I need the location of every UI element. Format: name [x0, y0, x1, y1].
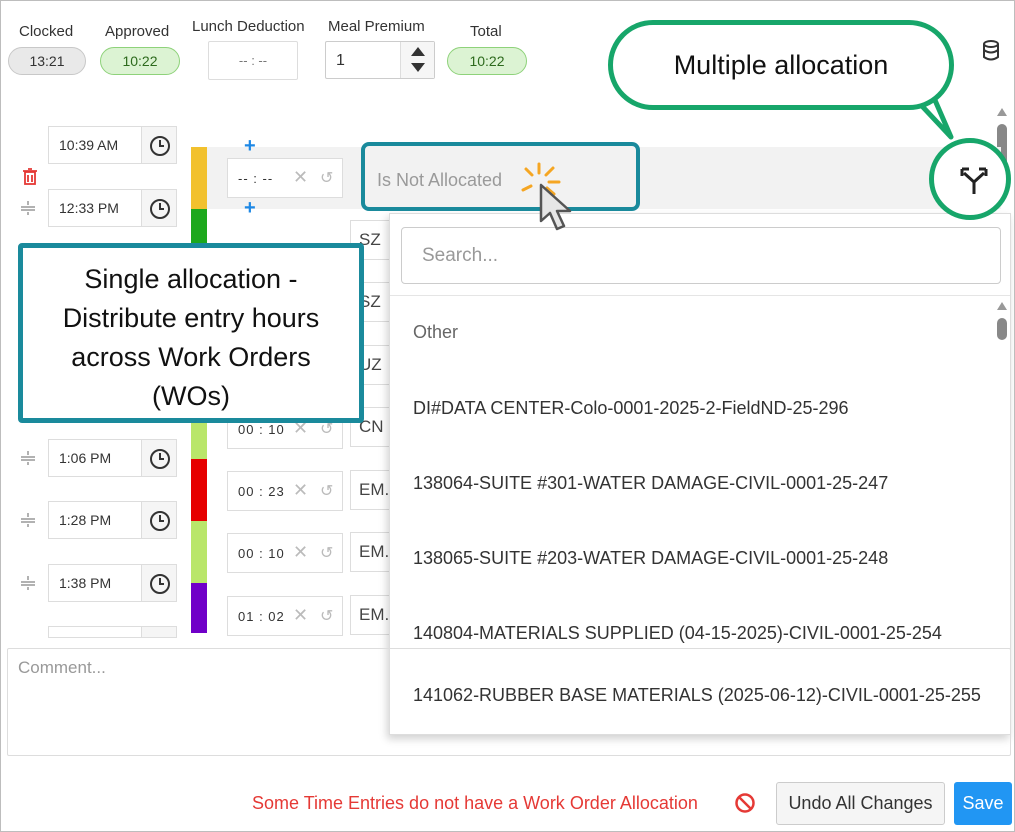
clock-button[interactable] — [141, 126, 177, 164]
entry-color-bar — [191, 459, 207, 521]
callout-line: Distribute entry hours — [62, 303, 320, 333]
clear-icon[interactable]: ✕ — [293, 542, 308, 563]
clear-icon[interactable]: ✕ — [293, 605, 308, 626]
time-input[interactable]: 1:38 PM — [48, 564, 141, 602]
approved-label: Approved — [105, 23, 170, 40]
time-input[interactable] — [48, 626, 141, 638]
duration-input[interactable]: -- : -- ✕ ↺ — [227, 158, 343, 198]
drag-handle-icon[interactable] — [20, 513, 36, 527]
option-group-label: Other — [413, 322, 459, 342]
duration-input[interactable]: 00 : 10 ✕ ↺ — [227, 533, 343, 573]
comment-placeholder: Comment... — [18, 658, 106, 677]
entry-color-bar — [191, 521, 207, 583]
entry-color-bar — [191, 583, 207, 633]
clocked-label: Clocked — [19, 23, 74, 40]
database-icon[interactable] — [981, 39, 1001, 63]
undo-icon[interactable]: ↺ — [320, 168, 333, 188]
drag-handle-icon[interactable] — [20, 201, 36, 215]
add-allocation-icon[interactable]: + — [244, 198, 256, 218]
cursor-icon — [521, 162, 572, 231]
clock-icon — [150, 199, 170, 219]
clock-icon — [150, 574, 170, 594]
split-arrows-icon — [960, 167, 988, 194]
dropdown-divider — [390, 295, 1010, 296]
drag-handle-icon[interactable] — [20, 451, 36, 465]
clock-button[interactable] — [141, 564, 177, 602]
decrement-icon[interactable] — [411, 63, 425, 72]
time-entry-panel: Clocked 13:21 Approved 10:22 Lunch Deduc… — [0, 0, 1015, 832]
block-icon — [735, 793, 755, 813]
clock-button[interactable] — [141, 189, 177, 227]
dropdown-scrollbar[interactable] — [997, 318, 1007, 340]
clock-button[interactable] — [141, 439, 177, 477]
meal-premium-spinner[interactable] — [400, 42, 434, 78]
total-label: Total — [470, 23, 502, 40]
meal-premium-stepper[interactable]: 1 — [325, 41, 435, 79]
callout-line: Single allocation - — [84, 264, 298, 294]
duration-input[interactable]: 00 : 23 ✕ ↺ — [227, 471, 343, 511]
allocation-select[interactable]: Is Not Allocated — [361, 142, 640, 211]
duration-value: 00 : 10 — [238, 546, 285, 561]
main-scroll-up-icon[interactable] — [997, 108, 1007, 116]
clock-icon — [150, 511, 170, 531]
callout-line: (WOs) — [152, 381, 230, 411]
multiple-allocation-callout: Multiple allocation — [608, 20, 954, 110]
entry-color-bar — [191, 421, 207, 459]
dropdown-scroll-up-icon[interactable] — [997, 302, 1007, 310]
clock-icon — [150, 449, 170, 469]
allocation-warning: Some Time Entries do not have a Work Ord… — [252, 793, 698, 813]
trash-icon[interactable] — [22, 167, 38, 185]
work-order-option[interactable]: 138065-SUITE #203-WATER DAMAGE-CIVIL-000… — [413, 546, 983, 570]
single-allocation-callout: Single allocation - Distribute entry hou… — [18, 243, 364, 423]
multiple-allocation-button[interactable] — [929, 138, 1011, 220]
duration-value: 00 : 23 — [238, 484, 285, 499]
time-input[interactable]: 1:28 PM — [48, 501, 141, 539]
duration-value: 00 : 10 — [238, 422, 285, 437]
entry-color-bar — [191, 147, 207, 209]
duration-value: -- : -- — [238, 171, 274, 186]
add-allocation-icon[interactable]: + — [244, 136, 256, 156]
clocked-value: 13:21 — [8, 47, 86, 75]
time-input[interactable]: 1:06 PM — [48, 439, 141, 477]
meal-premium-value: 1 — [336, 52, 345, 69]
work-order-option[interactable]: DI#DATA CENTER-Colo-0001-2025-2-FieldND-… — [413, 396, 983, 420]
undo-icon[interactable]: ↺ — [320, 543, 333, 563]
undo-all-changes-button[interactable]: Undo All Changes — [776, 782, 945, 825]
approved-value: 10:22 — [100, 47, 180, 75]
undo-icon[interactable]: ↺ — [320, 481, 333, 501]
increment-icon[interactable] — [411, 47, 425, 56]
save-button[interactable]: Save — [954, 782, 1012, 825]
lunch-deduction-label: Lunch Deduction — [192, 18, 305, 35]
comment-textarea[interactable]: Comment... — [7, 648, 1011, 756]
clear-icon[interactable]: ✕ — [293, 480, 308, 501]
end-time-input[interactable]: 12:33 PM — [48, 189, 141, 227]
meal-premium-label: Meal Premium — [328, 18, 425, 35]
work-order-search-input[interactable]: Search... — [401, 227, 1001, 284]
duration-input[interactable]: 01 : 02 ✕ ↺ — [227, 596, 343, 636]
lunch-deduction-input[interactable]: -- : -- — [208, 41, 298, 80]
start-time-input[interactable]: 10:39 AM — [48, 126, 141, 164]
clock-icon — [150, 136, 170, 156]
drag-handle-icon[interactable] — [20, 576, 36, 590]
undo-icon[interactable]: ↺ — [320, 606, 333, 626]
work-order-option[interactable]: 138064-SUITE #301-WATER DAMAGE-CIVIL-000… — [413, 471, 983, 495]
allocation-placeholder: Is Not Allocated — [377, 170, 503, 190]
duration-value: 01 : 02 — [238, 609, 285, 624]
work-order-option[interactable]: 140804-MATERIALS SUPPLIED (04-15-2025)-C… — [413, 621, 983, 645]
callout-line: across Work Orders — [71, 342, 311, 372]
clock-button[interactable] — [141, 626, 177, 638]
total-value: 10:22 — [447, 47, 527, 75]
clock-button[interactable] — [141, 501, 177, 539]
clear-icon[interactable]: ✕ — [293, 167, 308, 188]
